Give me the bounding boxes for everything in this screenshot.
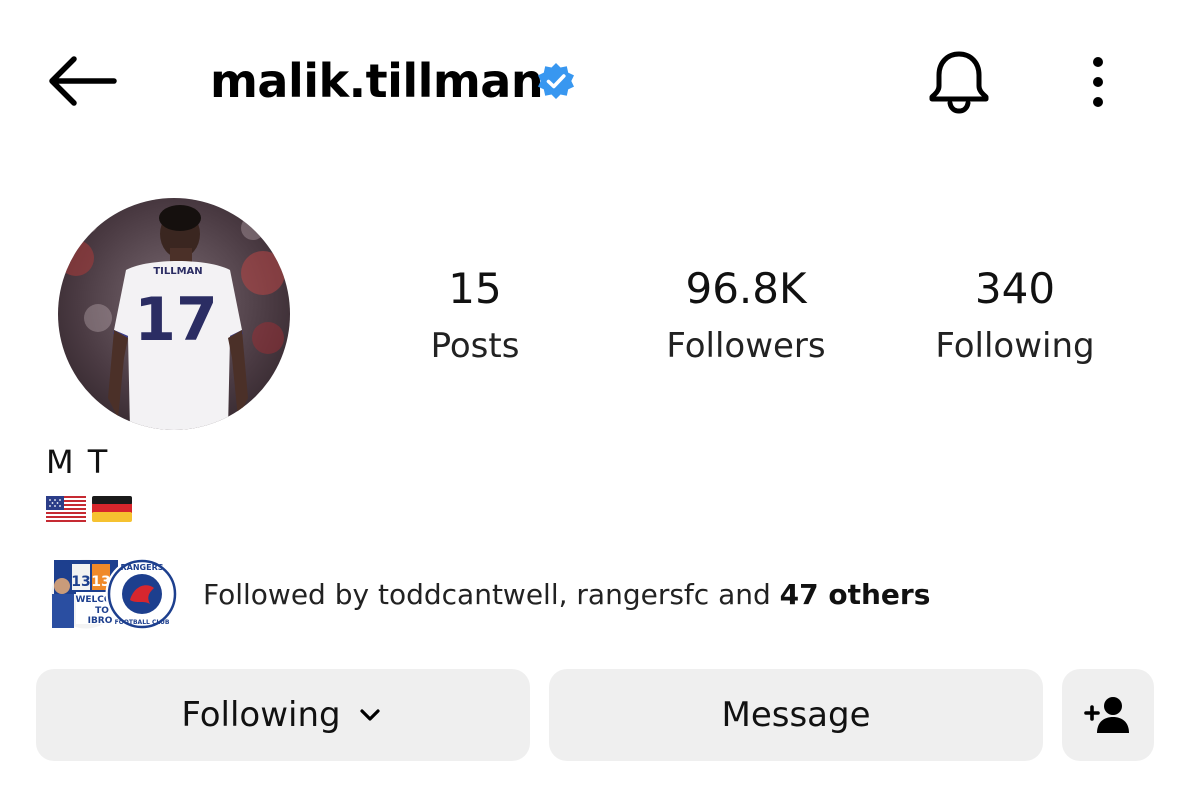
posts-value: 15 bbox=[448, 264, 502, 313]
germany-flag-icon bbox=[92, 496, 132, 522]
mutual-avatar-2: RANGERS FOOTBALL CLUB bbox=[105, 557, 179, 631]
add-person-icon bbox=[1084, 697, 1129, 733]
message-button-label: Message bbox=[721, 695, 871, 735]
followed-by-others: 47 others bbox=[779, 578, 931, 611]
avatar-1-text-a: 13 bbox=[71, 574, 90, 590]
followed-by-connector: and bbox=[709, 578, 780, 611]
us-flag-icon bbox=[46, 496, 86, 522]
arrow-left-icon bbox=[49, 56, 117, 106]
suggested-users-button[interactable] bbox=[1062, 669, 1154, 761]
avatar-1-text-e: IBRO bbox=[88, 616, 113, 626]
profile-photo: TILLMAN 17 bbox=[58, 198, 290, 430]
profile-full-name: M T bbox=[46, 443, 110, 481]
profile-username: malik.tillman bbox=[210, 54, 544, 108]
jersey-number: 17 bbox=[134, 285, 218, 355]
following-button-label: Following bbox=[181, 695, 341, 735]
bell-icon bbox=[929, 51, 989, 114]
avatar-2-text-bottom: FOOTBALL CLUB bbox=[115, 619, 170, 626]
chevron-down-icon bbox=[360, 709, 380, 721]
posts-label: Posts bbox=[430, 326, 520, 366]
back-button[interactable] bbox=[44, 52, 118, 110]
followed-by-text[interactable]: Followed by toddcantwell, rangersfc and … bbox=[203, 574, 930, 616]
followers-count[interactable]: 96.8K Followers bbox=[636, 260, 856, 374]
followed-by-prefix: Followed by bbox=[203, 578, 378, 611]
more-options-button[interactable] bbox=[1076, 52, 1120, 112]
jersey-name: TILLMAN bbox=[153, 266, 202, 277]
mutual-followers-avatars[interactable]: 13 13 WELCOM TO IBRO RANGERS FOOTBALL CL… bbox=[46, 556, 182, 632]
following-value: 340 bbox=[974, 264, 1056, 313]
notifications-button[interactable] bbox=[926, 48, 992, 116]
followers-label: Followers bbox=[666, 326, 826, 366]
avatar-1-text-d: TO bbox=[95, 606, 109, 616]
followed-by-names: toddcantwell, rangersfc bbox=[377, 578, 710, 611]
followers-value: 96.8K bbox=[685, 264, 807, 313]
following-button[interactable]: Following bbox=[36, 669, 530, 761]
following-count[interactable]: 340 Following bbox=[905, 260, 1125, 374]
message-button[interactable]: Message bbox=[549, 669, 1043, 761]
avatar-2-text-top: RANGERS bbox=[121, 563, 164, 572]
profile-avatar[interactable]: TILLMAN 17 bbox=[58, 198, 290, 430]
following-label: Following bbox=[935, 326, 1095, 366]
verified-badge-icon bbox=[536, 61, 576, 101]
more-vertical-icon bbox=[1093, 57, 1103, 107]
bio-flags bbox=[46, 492, 132, 526]
posts-count[interactable]: 15 Posts bbox=[365, 260, 585, 374]
